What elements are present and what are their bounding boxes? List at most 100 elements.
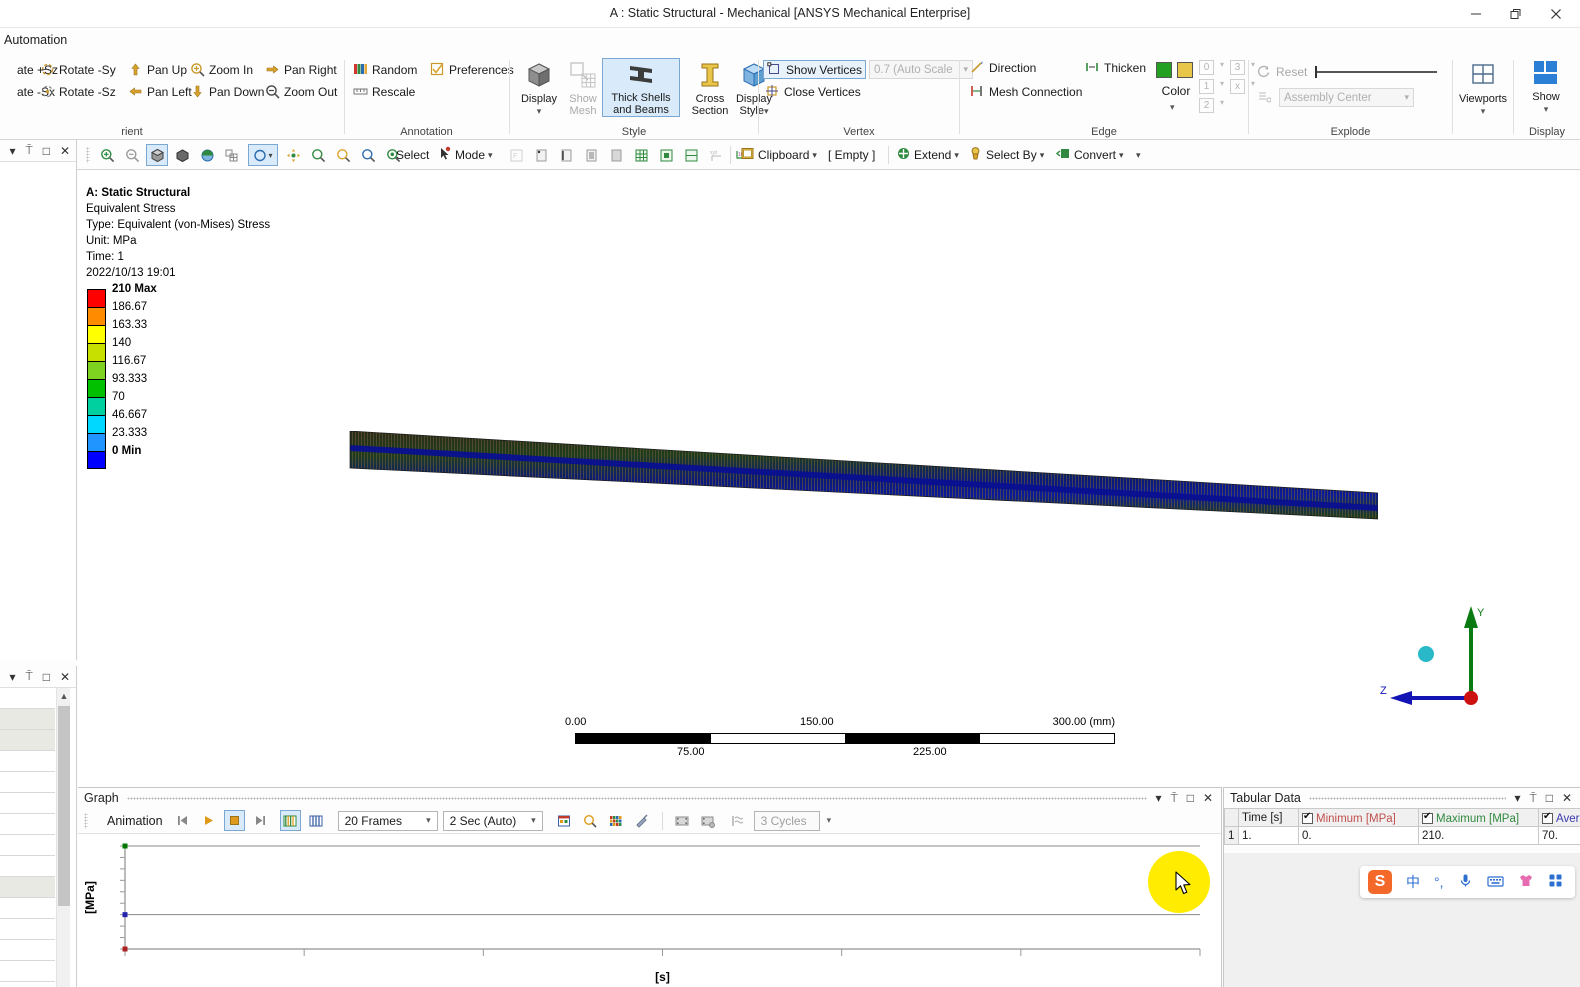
zoom-region-icon[interactable] (307, 144, 329, 166)
animation-play-button[interactable] (198, 810, 219, 831)
minimize-button[interactable] (1456, 0, 1496, 28)
direction-button[interactable]: Direction (970, 60, 1036, 75)
toolbar-grip[interactable] (86, 147, 90, 163)
edge-num-3[interactable]: 3 (1230, 60, 1246, 75)
tabular-data-table[interactable]: Time [s] Minimum [MPa] Maximum [MPa] Ave… (1224, 808, 1580, 845)
close-vertices-button[interactable]: Close Vertices (765, 84, 861, 99)
assembly-center-combobox[interactable]: Assembly Center ▾ (1279, 88, 1414, 107)
details-row[interactable] (0, 688, 55, 709)
mesh-connection-button[interactable]: Mesh Connection (970, 84, 1082, 99)
select-body-icon[interactable] (605, 144, 627, 166)
menu-item-automation[interactable]: Automation (4, 33, 67, 47)
color-swatch-yellow[interactable] (1177, 62, 1193, 78)
col-header-average[interactable]: Avera (1538, 808, 1580, 827)
details-panel-pin[interactable]: ⍑ (25, 669, 32, 684)
viewports-dropdown-caret[interactable]: ▾ (1457, 105, 1509, 117)
show-mesh-toggle-icon[interactable] (196, 144, 218, 166)
zoom-to-fit-icon[interactable] (96, 144, 118, 166)
graph-chart[interactable]: [MPa] [s] (78, 834, 1221, 986)
details-row[interactable] (0, 793, 55, 814)
graph-zoom-button[interactable] (580, 810, 601, 831)
mode-button[interactable]: Mode ▾ (437, 144, 493, 166)
full-animation-button[interactable] (306, 810, 327, 831)
outline-panel-close[interactable]: ✕ (60, 144, 70, 158)
col-header-maximum[interactable]: Maximum [MPa] (1418, 808, 1539, 827)
axis-triad[interactable]: Y Z (1374, 598, 1494, 713)
ime-punctuation-icon[interactable]: °, (1434, 874, 1444, 890)
details-panel-dropdown[interactable]: ▾ (9, 670, 15, 684)
explode-center-icon-wrap[interactable] (1257, 90, 1272, 105)
tabular-panel-pin[interactable]: ⍑ (1529, 791, 1536, 806)
viewports-button[interactable]: Viewports ▾ (1457, 60, 1509, 117)
explode-slider-handle[interactable] (1315, 66, 1317, 78)
frames-combobox[interactable]: 20 Frames ▾ (337, 810, 438, 831)
details-row[interactable] (0, 877, 55, 898)
cycles-dropdown-caret[interactable]: ▾ (827, 815, 832, 826)
scrollbar-thumb[interactable] (58, 706, 70, 906)
col-header-time[interactable]: Time [s] (1238, 808, 1299, 827)
edge-num-1[interactable]: 1 (1199, 79, 1214, 94)
explode-slider[interactable] (1315, 66, 1437, 78)
graph-panel-dropdown[interactable]: ▾ (1155, 791, 1161, 805)
distributed-animation-button[interactable] (279, 810, 301, 831)
pan-tool-icon[interactable] (282, 144, 304, 166)
keyboard-icon[interactable] (1486, 874, 1504, 891)
extend-button[interactable]: Extend ▾ (896, 144, 959, 166)
select-element-face-icon[interactable] (680, 144, 702, 166)
select-all-icon[interactable]: F (505, 144, 527, 166)
average-checkbox[interactable] (1542, 811, 1553, 824)
details-row[interactable] (0, 772, 55, 793)
preferences-button[interactable]: Preferences (430, 62, 514, 77)
cell-time[interactable]: 1. (1238, 826, 1299, 845)
toolbar-overflow-button[interactable]: ▾ (1136, 144, 1141, 166)
reset-button[interactable]: Reset (1257, 64, 1307, 79)
outline-panel-pin[interactable]: ⍑ (25, 143, 32, 158)
cycles-combobox[interactable]: 3 Cycles (753, 810, 820, 831)
contour-legend[interactable]: 210 Max 186.67 163.33 140 116.67 93.333 70 46.6… (87, 283, 157, 469)
restore-button[interactable] (1496, 0, 1536, 28)
contour-bands-button[interactable] (606, 810, 627, 831)
close-button[interactable] (1536, 0, 1576, 28)
edge-num-x[interactable]: x (1230, 79, 1246, 94)
tabular-panel-dropdown[interactable]: ▾ (1514, 791, 1520, 805)
scroll-up-arrow[interactable]: ▲ (57, 688, 71, 704)
details-row[interactable] (0, 856, 55, 877)
rotate-minus-sy-button[interactable]: Rotate -Sy (40, 62, 116, 77)
edges-display-icon[interactable] (220, 144, 242, 166)
pan-right-button[interactable]: Pan Right (265, 62, 337, 77)
maximum-checkbox[interactable] (1422, 811, 1433, 824)
video-settings-button[interactable] (698, 810, 719, 831)
graph-panel-maximize[interactable]: □ (1187, 791, 1194, 805)
probe-button[interactable] (632, 810, 653, 831)
details-row[interactable] (0, 940, 55, 961)
details-panel-close[interactable]: ✕ (60, 670, 70, 684)
select-coordinate-icon[interactable]: xyz (705, 144, 727, 166)
color-dropdown-caret[interactable]: ▾ (1170, 102, 1175, 113)
mic-icon[interactable] (1458, 873, 1473, 891)
show-button[interactable]: Show ▾ (1520, 58, 1572, 115)
clipboard-button[interactable]: Clipboard ▾ (740, 144, 817, 166)
select-by-button[interactable]: Select By ▾ (968, 144, 1044, 166)
rotate-minus-sz-button[interactable]: Rotate -Sz (40, 84, 116, 99)
select-node-icon[interactable] (630, 144, 652, 166)
skin-icon[interactable] (1518, 873, 1534, 891)
cell-minimum[interactable]: 0. (1298, 826, 1419, 845)
details-row[interactable] (0, 919, 55, 940)
shaded-exterior-icon[interactable] (146, 144, 168, 166)
zoom-in-button[interactable]: Zoom In (190, 62, 253, 77)
cell-maximum[interactable]: 210. (1418, 826, 1539, 845)
details-row[interactable] (0, 730, 55, 751)
edge-color-swatches[interactable] (1156, 62, 1193, 78)
graphics-viewport[interactable]: A: Static Structural Equivalent Stress T… (78, 171, 1580, 786)
select-element-icon[interactable] (655, 144, 677, 166)
beam-model[interactable] (268, 431, 1378, 541)
cycles-icon-button[interactable] (728, 810, 749, 831)
graph-panel-close[interactable]: ✕ (1203, 791, 1213, 805)
thicken-button[interactable]: Thicken (1085, 60, 1146, 75)
random-button[interactable]: Random (353, 62, 417, 77)
convert-button[interactable]: Convert ▾ (1055, 144, 1124, 166)
edge-num-2[interactable]: 2 (1199, 98, 1214, 113)
animation-toolbar-grip[interactable] (84, 812, 88, 829)
export-animation-button[interactable] (554, 810, 575, 831)
outline-panel-maximize[interactable]: □ (43, 144, 50, 158)
